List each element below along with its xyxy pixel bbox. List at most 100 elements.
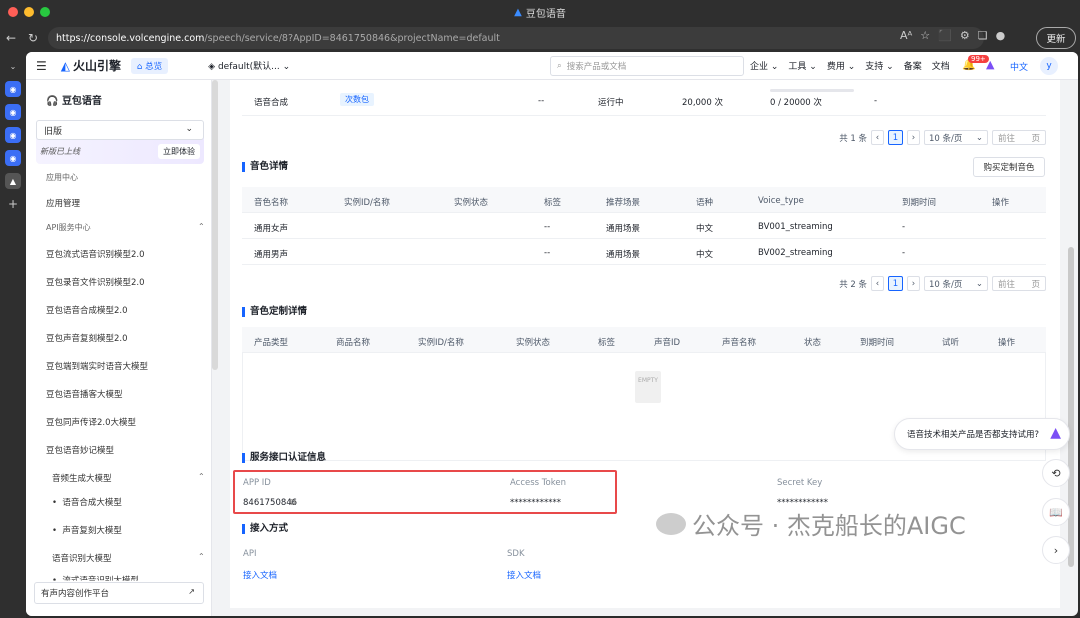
- language-switch[interactable]: 中文: [1010, 60, 1028, 73]
- sidebar-item-app-mgmt[interactable]: 应用管理: [46, 197, 80, 209]
- column-header: 语种: [696, 198, 714, 208]
- menu-filing[interactable]: 备案: [904, 59, 922, 72]
- extension-icon[interactable]: ⬛: [938, 29, 952, 42]
- page-number[interactable]: 1: [888, 276, 903, 291]
- menu-support[interactable]: 支持 ⌄: [865, 59, 893, 72]
- extensions-icon[interactable]: ⚙: [960, 29, 970, 42]
- service-usage: 0 / 20000 次: [770, 89, 854, 108]
- buy-custom-voice-button[interactable]: 购买定制音色: [973, 157, 1045, 177]
- ai-assistant-icon[interactable]: ▲: [986, 58, 994, 71]
- pagination: 共 2 条 ‹ 1 › 10 条/页 ⌄ 前往页: [839, 276, 1046, 291]
- empty-document-icon: EMPTY: [635, 371, 661, 403]
- voice-name: 通用男声: [254, 250, 289, 260]
- read-aloud-icon[interactable]: Aᴬ: [900, 29, 912, 42]
- menu-icon[interactable]: ☰: [36, 59, 47, 73]
- access-section-title: 接入方式: [242, 524, 288, 534]
- browser-toolbar: ← ↻ https://console.volcengine.com/speec…: [0, 24, 1080, 52]
- sidebar-item-api[interactable]: 豆包流式语音识别模型2.0: [46, 248, 145, 260]
- feedback-icon[interactable]: ⟲: [1042, 459, 1070, 487]
- next-page-icon[interactable]: ›: [907, 276, 920, 291]
- tab-icon[interactable]: ◉: [5, 104, 21, 120]
- sidebar-item-api[interactable]: 豆包语音播客大模型: [46, 388, 123, 400]
- sidebar-item-api[interactable]: 豆包语音妙记模型: [46, 444, 114, 456]
- version-select[interactable]: 旧版 ⌄: [36, 120, 204, 140]
- chevron-up-icon[interactable]: ⌃: [198, 552, 205, 561]
- brand-name: 火山引擎: [73, 59, 122, 73]
- sidebar-scrollbar[interactable]: [212, 80, 218, 370]
- avatar[interactable]: y: [1040, 57, 1058, 75]
- new-tab-icon[interactable]: +: [5, 196, 21, 212]
- tab-icon[interactable]: ◉: [5, 81, 21, 97]
- page-number[interactable]: 1: [888, 130, 903, 145]
- menu-tools[interactable]: 工具 ⌄: [788, 59, 816, 72]
- browser-actions: Aᴬ ☆ ⬛ ⚙ ❏ ●: [900, 29, 1005, 42]
- address-bar[interactable]: https://console.volcengine.com/speech/se…: [48, 27, 984, 49]
- reload-icon[interactable]: ↻: [22, 31, 44, 45]
- chevron-up-icon[interactable]: ⌃: [198, 472, 205, 481]
- creator-platform-link[interactable]: 有声内容创作平台 ↗: [34, 582, 204, 604]
- api-docs-link[interactable]: 接入文档: [243, 569, 277, 581]
- goto-page-input[interactable]: 前往页: [992, 276, 1046, 291]
- overview-button[interactable]: ⌂ 总览: [131, 57, 169, 74]
- voice-lang: 中文: [696, 250, 714, 260]
- minimize-window-button[interactable]: [24, 7, 34, 17]
- auth-section-title: 服务接口认证信息: [242, 453, 326, 463]
- app-favicon-icon: ▲: [514, 6, 522, 18]
- book-icon[interactable]: 📖: [1042, 498, 1070, 526]
- page-size-select[interactable]: 10 条/页 ⌄: [924, 276, 988, 291]
- usage-progress: [770, 89, 854, 92]
- secret-key-label: Secret Key: [777, 478, 823, 488]
- sidebar-item-api[interactable]: 豆包录音文件识别模型2.0: [46, 276, 145, 288]
- sidebar-group-audio-gen[interactable]: 音频生成大模型: [52, 472, 112, 484]
- menu-docs[interactable]: 文档: [932, 59, 950, 72]
- brand-logo[interactable]: ◭ 火山引擎: [61, 57, 121, 74]
- maximize-window-button[interactable]: [40, 7, 50, 17]
- prev-page-icon[interactable]: ‹: [871, 276, 884, 291]
- voice-table-header: 音色名称 实例ID/名称 实例状态 标签 推荐场景 语种 Voice_type …: [242, 187, 1046, 213]
- url-host: https://console.volcengine.com: [56, 32, 205, 44]
- voice-tag: --: [544, 248, 551, 258]
- page-size-select[interactable]: 10 条/页 ⌄: [924, 130, 988, 145]
- sidebar-title: 🎧 豆包语音: [46, 96, 102, 107]
- close-window-button[interactable]: [8, 7, 18, 17]
- window-title: 豆包语音: [525, 8, 566, 20]
- try-now-button[interactable]: 立即体验: [158, 144, 200, 159]
- chevron-down-icon: ⌄: [185, 124, 193, 134]
- sidebar-item-tts[interactable]: • 语音合成大模型: [52, 496, 122, 508]
- collapse-tabs-icon[interactable]: ⌄: [5, 58, 21, 74]
- window-controls[interactable]: [8, 7, 50, 17]
- sidebar-item-api[interactable]: 豆包端到端实时语音大模型: [46, 360, 148, 372]
- sidebar: 🎧 豆包语音 旧版 ⌄ 新版已上线 立即体验 应用中心 应用管理 API服务中心 …: [26, 80, 212, 616]
- chevron-up-icon[interactable]: ⌃: [198, 222, 205, 231]
- column-header: 实例状态: [516, 338, 551, 348]
- search-input[interactable]: ⌕ 搜索产品或文档: [550, 56, 744, 76]
- sidebar-item-api[interactable]: 豆包同声传译2.0大模型: [46, 416, 136, 428]
- chevron-right-icon[interactable]: ›: [1042, 536, 1070, 564]
- sdk-docs-link[interactable]: 接入文档: [507, 569, 541, 581]
- tab-icon[interactable]: ◉: [5, 127, 21, 143]
- sidebar-item-api[interactable]: 豆包声音复刻模型2.0: [46, 332, 128, 344]
- top-menu: 企业 ⌄ 工具 ⌄ 费用 ⌄ 支持 ⌄ 备案 文档: [750, 59, 950, 72]
- sidebar-group-api-center[interactable]: API服务中心: [46, 222, 91, 233]
- sidebar-item-voice-clone[interactable]: • 声音复刻大模型: [52, 524, 122, 536]
- next-page-icon[interactable]: ›: [907, 130, 920, 145]
- profile-icon[interactable]: ●: [996, 29, 1006, 42]
- column-header: 到期时间: [860, 338, 895, 348]
- tab-icon[interactable]: ◉: [5, 150, 21, 166]
- update-button[interactable]: 更新: [1036, 27, 1076, 49]
- main-scrollbar[interactable]: [1068, 247, 1074, 567]
- menu-billing[interactable]: 费用 ⌄: [827, 59, 855, 72]
- collections-icon[interactable]: ❏: [978, 29, 988, 42]
- favorite-icon[interactable]: ☆: [920, 29, 930, 42]
- menu-enterprise[interactable]: 企业 ⌄: [750, 59, 778, 72]
- column-header: 商品名称: [336, 338, 371, 348]
- back-icon[interactable]: ←: [0, 31, 22, 45]
- sidebar-item-api[interactable]: 豆包语音合成模型2.0: [46, 304, 128, 316]
- prev-page-icon[interactable]: ‹: [871, 130, 884, 145]
- goto-page-input[interactable]: 前往页: [992, 130, 1046, 145]
- project-selector[interactable]: ◈ default(默认... ⌄: [208, 59, 290, 72]
- active-tab-icon[interactable]: ▲: [5, 173, 21, 189]
- sidebar-group-asr[interactable]: 语音识别大模型: [52, 552, 112, 564]
- help-question-bubble[interactable]: 语音技术相关产品是否都支持试用? ▲: [894, 418, 1070, 450]
- pagination: 共 1 条 ‹ 1 › 10 条/页 ⌄ 前往页: [839, 130, 1046, 145]
